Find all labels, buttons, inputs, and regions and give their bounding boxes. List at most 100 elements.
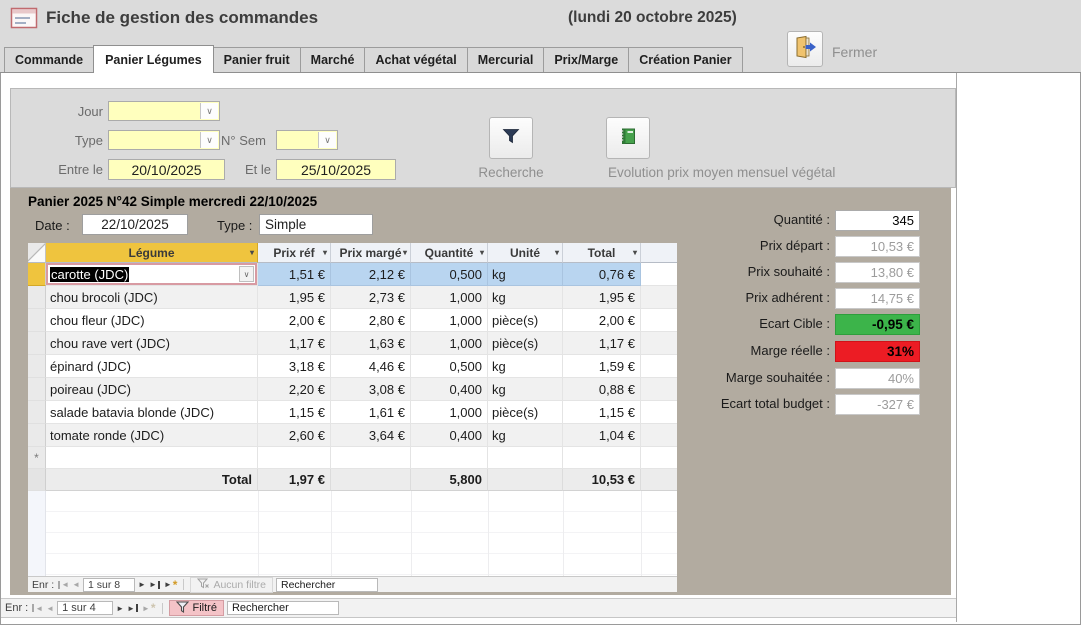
prix-ref-cell[interactable]: 1,95 € <box>258 286 331 309</box>
unite-cell[interactable]: kg <box>488 378 563 401</box>
tab-mercurial[interactable]: Mercurial <box>467 47 545 72</box>
legume-cell[interactable]: poireau (JDC) <box>46 378 258 401</box>
record-position-box[interactable]: 1 sur 8 <box>83 578 135 592</box>
tab-panier-fruit[interactable]: Panier fruit <box>213 47 301 72</box>
date-to-field[interactable]: 25/10/2025 <box>276 159 396 180</box>
table-row[interactable]: chou brocoli (JDC) 1,95 € 2,73 € 1,000 k… <box>28 286 677 309</box>
legume-cell[interactable]: chou rave vert (JDC) <box>46 332 258 355</box>
prix-marge-cell[interactable]: 4,46 € <box>331 355 411 378</box>
previous-record-button[interactable]: ◄ <box>72 580 80 589</box>
table-row[interactable]: poireau (JDC) 2,20 € 3,08 € 0,400 kg 0,8… <box>28 378 677 401</box>
evolution-button[interactable] <box>606 117 650 159</box>
legume-cell[interactable]: épinard (JDC) <box>46 355 258 378</box>
sort-filter-arrow-icon[interactable]: ▾ <box>323 248 327 257</box>
type-combobox[interactable]: ∨ <box>108 130 220 150</box>
legume-cell[interactable]: salade batavia blonde (JDC) <box>46 401 258 424</box>
first-record-button[interactable]: ◄ <box>31 604 43 613</box>
tab-panier-legumes[interactable]: Panier Légumes <box>93 45 214 73</box>
new-record-button[interactable]: ►* <box>142 604 156 613</box>
prix-marge-cell[interactable]: 3,08 € <box>331 378 411 401</box>
chevron-down-icon[interactable]: ∨ <box>239 266 254 282</box>
unite-cell[interactable]: pièce(s) <box>488 309 563 332</box>
sort-filter-arrow-icon[interactable]: ▾ <box>403 248 407 257</box>
quantite-cell[interactable]: 1,000 <box>411 332 488 355</box>
tab-prix-marge[interactable]: Prix/Marge <box>543 47 629 72</box>
prix-ref-cell[interactable]: 3,18 € <box>258 355 331 378</box>
column-header-unite[interactable]: Unité▾ <box>488 243 563 263</box>
table-row[interactable]: chou rave vert (JDC) 1,17 € 1,63 € 1,000… <box>28 332 677 355</box>
record-position-box[interactable]: 1 sur 4 <box>57 601 113 615</box>
row-selector[interactable] <box>28 332 46 355</box>
prix-marge-cell[interactable]: 2,80 € <box>331 309 411 332</box>
column-header-prix-ref[interactable]: Prix réf▾ <box>258 243 331 263</box>
quantite-value[interactable]: 345 <box>835 210 920 231</box>
previous-record-button[interactable]: ◄ <box>46 604 54 613</box>
quantite-cell[interactable]: 1,000 <box>411 401 488 424</box>
panier-type-field[interactable]: Simple <box>259 214 373 235</box>
chevron-down-icon[interactable]: ∨ <box>318 132 336 148</box>
prix-marge-cell[interactable]: 1,61 € <box>331 401 411 424</box>
sort-filter-arrow-icon[interactable]: ▾ <box>480 248 484 257</box>
prix-ref-cell[interactable]: 1,51 € <box>258 263 331 286</box>
tab-commande[interactable]: Commande <box>4 47 94 72</box>
last-record-button[interactable]: ► <box>127 604 139 613</box>
row-selector[interactable] <box>28 355 46 378</box>
unite-cell[interactable]: kg <box>488 355 563 378</box>
no-filter-toggle[interactable]: Aucun filtre <box>190 577 273 593</box>
new-record-button[interactable]: ►* <box>164 580 178 589</box>
search-records-input[interactable]: Rechercher <box>276 578 378 592</box>
tab-achat-vegetal[interactable]: Achat végétal <box>364 47 467 72</box>
first-record-button[interactable]: ◄ <box>57 580 69 589</box>
legume-cell[interactable]: chou brocoli (JDC) <box>46 286 258 309</box>
prix-marge-cell[interactable]: 1,63 € <box>331 332 411 355</box>
table-row[interactable]: salade batavia blonde (JDC) 1,15 € 1,61 … <box>28 401 677 424</box>
legume-cell[interactable]: tomate ronde (JDC) <box>46 424 258 447</box>
unite-cell[interactable]: pièce(s) <box>488 332 563 355</box>
sort-filter-arrow-icon[interactable]: ▾ <box>250 248 254 257</box>
column-header-legume[interactable]: Légume▾ <box>46 243 258 263</box>
prix-marge-cell[interactable]: 2,12 € <box>331 263 411 286</box>
unite-cell[interactable]: pièce(s) <box>488 401 563 424</box>
row-selector[interactable] <box>28 401 46 424</box>
row-selector[interactable] <box>28 309 46 332</box>
quantite-cell[interactable]: 0,500 <box>411 263 488 286</box>
search-records-input[interactable]: Rechercher <box>227 601 339 615</box>
table-row[interactable]: carotte (JDC)∨ 1,51 € 2,12 € 0,500 kg 0,… <box>28 263 677 286</box>
quantite-cell[interactable]: 0,400 <box>411 424 488 447</box>
unite-cell[interactable]: kg <box>488 263 563 286</box>
new-record-marker[interactable]: * <box>28 447 46 469</box>
table-row[interactable]: chou fleur (JDC) 2,00 € 2,80 € 1,000 piè… <box>28 309 677 332</box>
prix-ref-cell[interactable]: 2,00 € <box>258 309 331 332</box>
legume-combobox-cell[interactable]: carotte (JDC)∨ <box>46 263 258 286</box>
prix-ref-cell[interactable]: 1,15 € <box>258 401 331 424</box>
prix-marge-cell[interactable]: 2,73 € <box>331 286 411 309</box>
quantite-cell[interactable]: 1,000 <box>411 309 488 332</box>
panier-date-field[interactable]: 22/10/2025 <box>82 214 188 235</box>
next-record-button[interactable]: ► <box>138 580 146 589</box>
next-record-button[interactable]: ► <box>116 604 124 613</box>
prix-ref-cell[interactable]: 2,60 € <box>258 424 331 447</box>
column-header-prix-marge[interactable]: Prix margé▾ <box>331 243 411 263</box>
table-row[interactable]: épinard (JDC) 3,18 € 4,46 € 0,500 kg 1,5… <box>28 355 677 378</box>
unite-cell[interactable]: kg <box>488 286 563 309</box>
quantite-cell[interactable]: 0,500 <box>411 355 488 378</box>
close-form-button[interactable] <box>787 31 823 67</box>
date-from-field[interactable]: 20/10/2025 <box>108 159 225 180</box>
last-record-button[interactable]: ► <box>149 580 161 589</box>
prix-ref-cell[interactable]: 1,17 € <box>258 332 331 355</box>
chevron-down-icon[interactable]: ∨ <box>200 132 218 148</box>
row-selector[interactable] <box>28 378 46 401</box>
tab-creation-panier[interactable]: Création Panier <box>628 47 742 72</box>
total-cell[interactable]: 1,04 € <box>563 424 641 447</box>
column-header-quantite[interactable]: Quantité▾ <box>411 243 488 263</box>
row-selector[interactable] <box>28 424 46 447</box>
sort-filter-arrow-icon[interactable]: ▾ <box>555 248 559 257</box>
jour-combobox[interactable]: ∨ <box>108 101 220 121</box>
select-all-corner[interactable] <box>28 243 46 263</box>
tab-marche[interactable]: Marché <box>300 47 366 72</box>
new-record-row[interactable]: * <box>28 447 677 469</box>
quantite-cell[interactable]: 0,400 <box>411 378 488 401</box>
row-selector[interactable] <box>28 263 46 286</box>
legume-cell[interactable]: chou fleur (JDC) <box>46 309 258 332</box>
num-sem-combobox[interactable]: ∨ <box>276 130 338 150</box>
